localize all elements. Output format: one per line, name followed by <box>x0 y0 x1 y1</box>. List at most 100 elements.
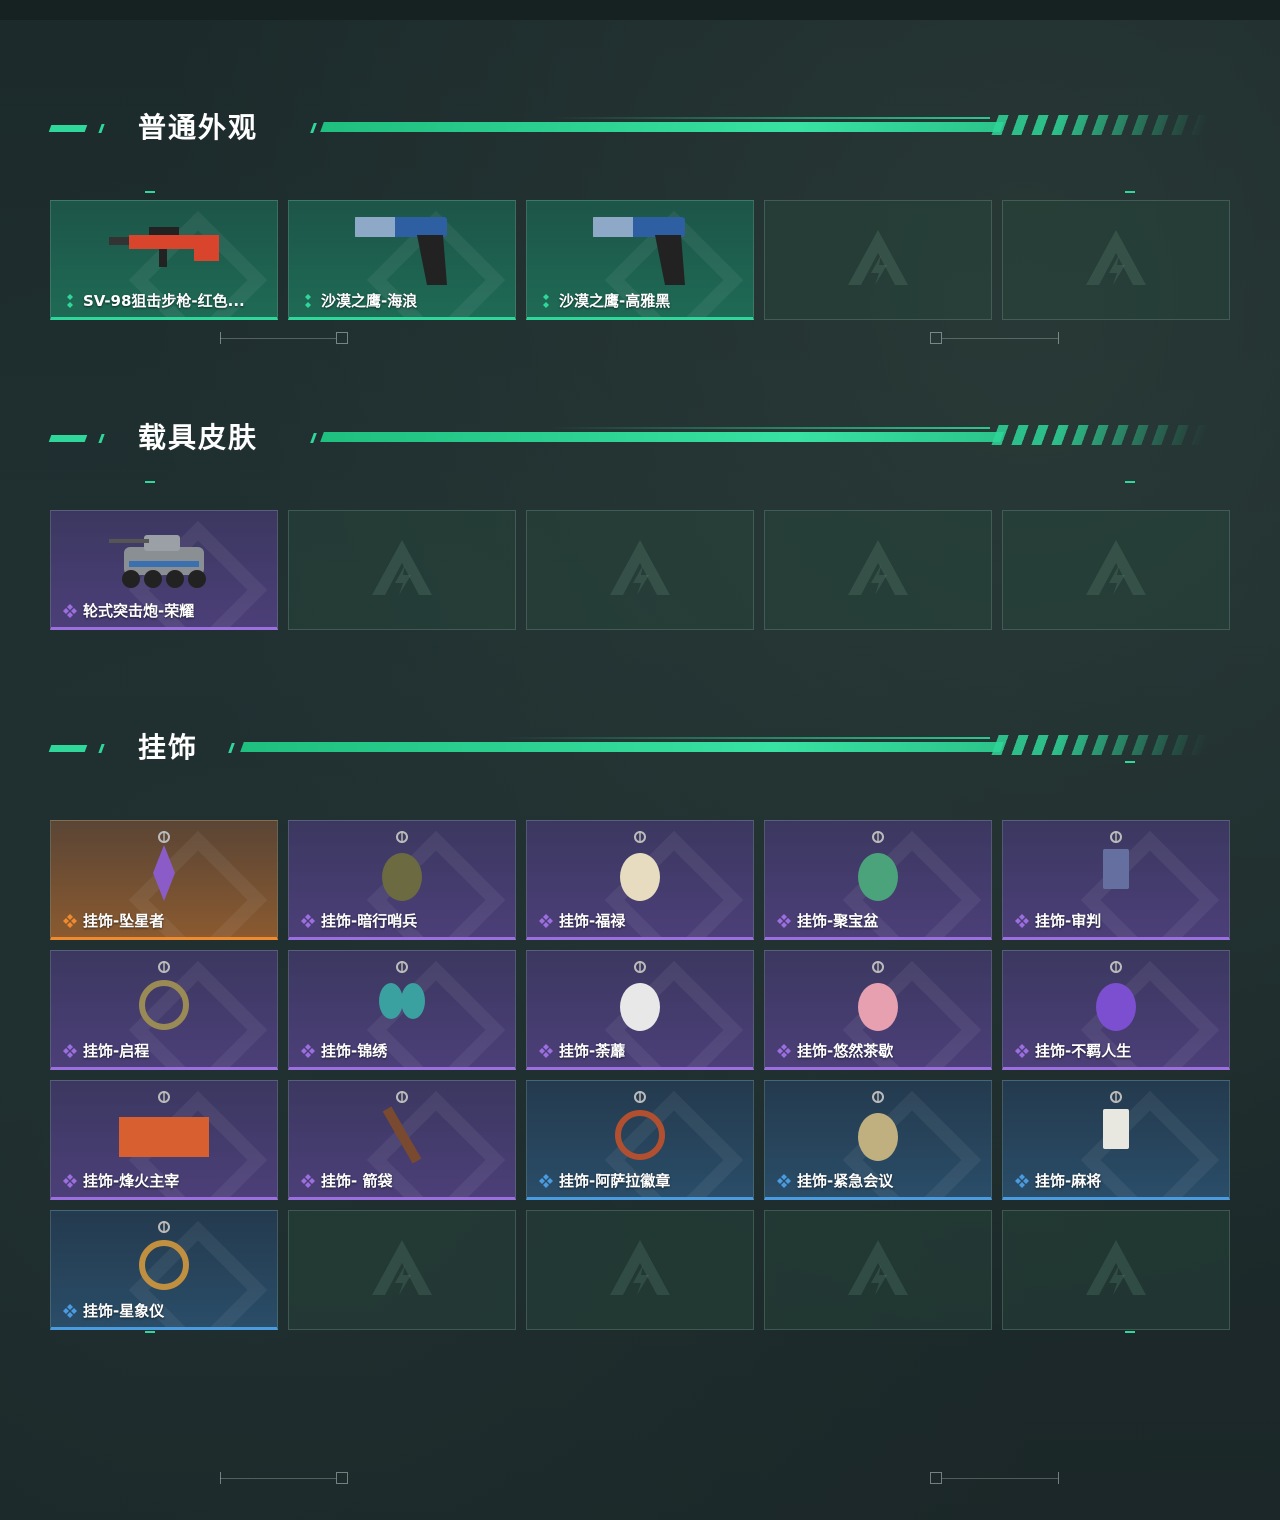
header-line <box>550 427 990 429</box>
item-card[interactable]: 挂饰-阿萨拉徽章 <box>526 1080 754 1200</box>
vehicle-skins-grid: 轮式突击炮-荣耀 <box>50 510 1230 630</box>
item-name: 挂饰-麻将 <box>1035 1172 1102 1190</box>
placeholder-logo-icon <box>848 230 908 285</box>
item-card[interactable]: 挂饰-紧急会议 <box>764 1080 992 1200</box>
item-name: 挂饰-审判 <box>1035 912 1102 930</box>
rarity-icon <box>777 1044 791 1058</box>
item-name: 沙漠之鹰-高雅黑 <box>559 292 671 310</box>
section-header: 载具皮肤 <box>48 418 1230 458</box>
section-title: 普通外观 <box>138 111 259 144</box>
rarity-icon <box>63 914 77 928</box>
item-label: 沙漠之鹰-海浪 <box>301 290 417 311</box>
crystal-charm-icon <box>153 831 175 901</box>
item-label: 挂饰-聚宝盆 <box>777 910 878 931</box>
item-name: 挂饰-聚宝盆 <box>797 912 879 930</box>
item-card[interactable]: 挂饰-启程 <box>50 950 278 1070</box>
item-card[interactable]: 挂饰-福禄 <box>526 820 754 940</box>
item-label: 挂饰-坠星者 <box>63 910 164 931</box>
item-name: 挂饰-烽火主宰 <box>83 1172 180 1190</box>
item-name: 挂饰-紧急会议 <box>797 1172 894 1190</box>
item-name: 挂饰-不羁人生 <box>1035 1042 1132 1060</box>
rarity-icon <box>539 1044 553 1058</box>
placeholder-logo-icon <box>372 540 432 595</box>
item-card[interactable]: 挂饰-暗行哨兵 <box>288 820 516 940</box>
sneaker-charm-icon <box>1096 961 1136 1031</box>
item-card[interactable]: 挂饰- 箭袋 <box>288 1080 516 1200</box>
header-checker <box>991 425 1209 445</box>
item-label: 挂饰-审判 <box>1015 910 1101 931</box>
header-line <box>500 737 990 739</box>
empty-slot <box>764 510 992 630</box>
rarity-icon <box>1015 1044 1029 1058</box>
empty-slot <box>764 1210 992 1330</box>
sniper-rifle-icon <box>109 227 219 267</box>
placeholder-logo-icon <box>1086 1240 1146 1295</box>
item-card[interactable]: SV-98狙击步枪-红色... <box>50 200 278 320</box>
header-bar <box>320 432 1004 442</box>
empty-slot <box>526 1210 754 1330</box>
pistol-icon <box>355 217 447 285</box>
item-card[interactable]: 挂饰-悠然茶歇 <box>764 950 992 1070</box>
rarity-icon <box>539 1174 553 1188</box>
item-label: 沙漠之鹰-高雅黑 <box>539 290 670 311</box>
item-card[interactable]: 挂饰-麻将 <box>1002 1080 1230 1200</box>
item-card[interactable]: 挂饰-荼蘼 <box>526 950 754 1070</box>
item-card[interactable]: 挂饰-烽火主宰 <box>50 1080 278 1200</box>
item-name: 挂饰-暗行哨兵 <box>321 912 418 930</box>
item-card[interactable]: 轮式突击炮-荣耀 <box>50 510 278 630</box>
item-name: 挂饰-福禄 <box>559 912 626 930</box>
placeholder-logo-icon <box>372 1240 432 1295</box>
graffiti-container-charm-icon <box>119 1091 209 1157</box>
item-card[interactable]: 挂饰-不羁人生 <box>1002 950 1230 1070</box>
soldier-charm-icon <box>382 831 422 901</box>
empty-slot <box>288 1210 516 1330</box>
item-label: 挂饰- 箭袋 <box>301 1170 392 1191</box>
item-card[interactable]: 沙漠之鹰-高雅黑 <box>526 200 754 320</box>
item-label: 挂饰-福禄 <box>539 910 625 931</box>
placeholder-logo-icon <box>610 1240 670 1295</box>
header-accent <box>310 433 317 443</box>
empty-slot <box>288 510 516 630</box>
placeholder-logo-icon <box>1086 540 1146 595</box>
charms-grid: 挂饰-坠星者 挂饰-暗行哨兵 挂饰-福禄 挂饰-聚宝盆 挂饰-审判 挂饰-启程 挂饰-锦绣挂… <box>50 820 1230 1330</box>
rarity-icon <box>63 604 77 618</box>
section-header: 挂饰 <box>48 728 1230 768</box>
item-name: 挂饰-阿萨拉徽章 <box>559 1172 671 1190</box>
item-card[interactable]: 挂饰-锦绣 <box>288 950 516 1070</box>
header-accent <box>98 744 105 753</box>
item-card[interactable]: 挂饰-聚宝盆 <box>764 820 992 940</box>
item-card[interactable]: 沙漠之鹰-海浪 <box>288 200 516 320</box>
section-title: 载具皮肤 <box>138 421 259 454</box>
item-name: 挂饰- 箭袋 <box>321 1172 393 1190</box>
item-card[interactable]: 挂饰-审判 <box>1002 820 1230 940</box>
header-accent <box>98 434 105 443</box>
item-card[interactable]: 挂饰-坠星者 <box>50 820 278 940</box>
item-label: SV-98狙击步枪-红色... <box>63 290 245 311</box>
header-accent <box>98 124 105 133</box>
decor-ruler <box>930 1469 1060 1489</box>
header-accent <box>228 743 235 753</box>
item-card[interactable]: 挂饰-星象仪 <box>50 1210 278 1330</box>
item-label: 挂饰-不羁人生 <box>1015 1040 1131 1061</box>
rarity-icon <box>539 914 553 928</box>
item-name: 挂饰-启程 <box>83 1042 150 1060</box>
quiver-charm-icon <box>382 1091 422 1164</box>
header-checker <box>991 115 1209 135</box>
decor-ruler <box>930 329 1060 349</box>
rarity-icon <box>1015 1174 1029 1188</box>
placeholder-logo-icon <box>610 540 670 595</box>
empty-slot <box>1002 510 1230 630</box>
tick-mark <box>145 481 155 483</box>
decor-ruler <box>220 1469 350 1489</box>
item-label: 挂饰-锦绣 <box>301 1040 387 1061</box>
pistol-icon <box>593 217 685 285</box>
tick-mark <box>1125 481 1135 483</box>
section-normal-skins: 普通外观 <box>48 108 1230 148</box>
item-label: 挂饰-暗行哨兵 <box>301 910 417 931</box>
item-name: 挂饰-锦绣 <box>321 1042 388 1060</box>
header-bar <box>240 742 1004 752</box>
header-bar <box>320 122 1004 132</box>
rarity-icon <box>777 914 791 928</box>
item-name: 挂饰-荼蘼 <box>559 1042 626 1060</box>
section-header: 普通外观 <box>48 108 1230 148</box>
